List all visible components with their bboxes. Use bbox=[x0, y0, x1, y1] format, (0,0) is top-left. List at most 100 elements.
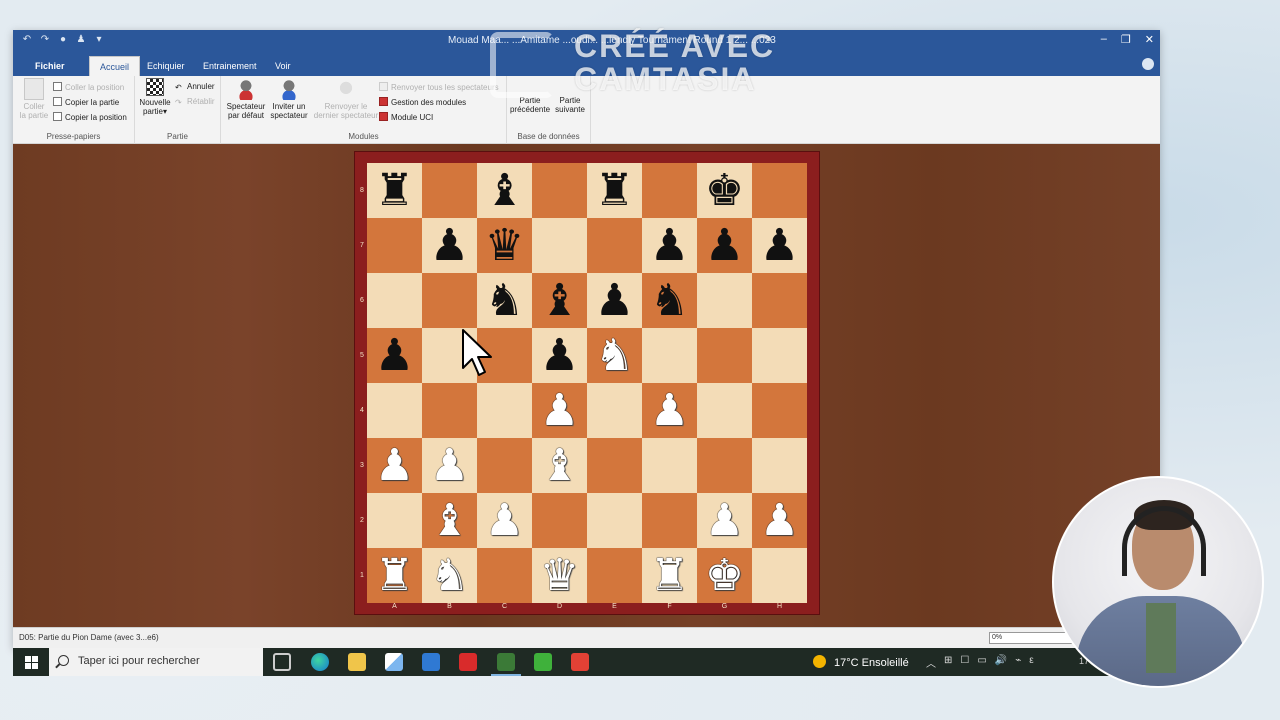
square-c7[interactable]: ♛ bbox=[477, 218, 532, 273]
store-icon[interactable] bbox=[385, 653, 403, 671]
renvoyer-dernier-button[interactable]: Renvoyer le dernier spectateur bbox=[311, 78, 381, 120]
customize-icon[interactable]: ▾ bbox=[93, 34, 105, 46]
square-a4[interactable] bbox=[367, 383, 422, 438]
square-h4[interactable] bbox=[752, 383, 807, 438]
square-d2[interactable] bbox=[532, 493, 587, 548]
square-f2[interactable] bbox=[642, 493, 697, 548]
wps-icon[interactable] bbox=[459, 653, 477, 671]
square-g6[interactable] bbox=[697, 273, 752, 328]
square-a3[interactable]: ♟ bbox=[367, 438, 422, 493]
black-knight-icon[interactable]: ♞ bbox=[650, 278, 689, 323]
square-f3[interactable] bbox=[642, 438, 697, 493]
square-d5[interactable]: ♟ bbox=[532, 328, 587, 383]
square-d1[interactable]: ♛ bbox=[532, 548, 587, 603]
black-rook-icon[interactable]: ♜ bbox=[375, 168, 414, 213]
square-a6[interactable] bbox=[367, 273, 422, 328]
black-pawn-icon[interactable]: ♟ bbox=[650, 223, 689, 268]
white-queen-icon[interactable]: ♛ bbox=[540, 553, 579, 598]
white-pawn-icon[interactable]: ♟ bbox=[760, 498, 799, 543]
tab-accueil[interactable]: Accueil bbox=[89, 56, 141, 76]
square-g8[interactable]: ♚ bbox=[697, 163, 752, 218]
square-g7[interactable]: ♟ bbox=[697, 218, 752, 273]
square-a8[interactable]: ♜ bbox=[367, 163, 422, 218]
white-knight-icon[interactable]: ♞ bbox=[595, 333, 634, 378]
square-e3[interactable] bbox=[587, 438, 642, 493]
gestion-modules-button[interactable]: Gestion des modules bbox=[379, 97, 466, 108]
file-explorer-icon[interactable] bbox=[348, 653, 366, 671]
square-g2[interactable]: ♟ bbox=[697, 493, 752, 548]
pawn-icon[interactable]: ♟ bbox=[75, 34, 87, 46]
white-pawn-icon[interactable]: ♟ bbox=[705, 498, 744, 543]
square-c3[interactable] bbox=[477, 438, 532, 493]
square-e2[interactable] bbox=[587, 493, 642, 548]
camtasia-green-icon[interactable] bbox=[534, 653, 552, 671]
black-pawn-icon[interactable]: ♟ bbox=[705, 223, 744, 268]
redo-icon[interactable]: ↷ bbox=[39, 34, 51, 46]
white-bishop-icon[interactable]: ♝ bbox=[540, 443, 579, 488]
square-b3[interactable]: ♟ bbox=[422, 438, 477, 493]
app-tray-icon[interactable]: ⊞ bbox=[944, 655, 952, 670]
square-c6[interactable]: ♞ bbox=[477, 273, 532, 328]
square-h5[interactable] bbox=[752, 328, 807, 383]
square-f7[interactable]: ♟ bbox=[642, 218, 697, 273]
white-knight-icon[interactable]: ♞ bbox=[430, 553, 469, 598]
square-h3[interactable] bbox=[752, 438, 807, 493]
camtasia-recorder-icon[interactable] bbox=[571, 653, 589, 671]
square-b8[interactable] bbox=[422, 163, 477, 218]
inviter-spectateur-button[interactable]: Inviter un spectateur bbox=[269, 78, 309, 120]
square-e7[interactable] bbox=[587, 218, 642, 273]
weather-widget[interactable]: 17°C Ensoleillé bbox=[813, 655, 909, 669]
square-c4[interactable] bbox=[477, 383, 532, 438]
coller-partie-button[interactable]: Coller la partie bbox=[17, 78, 51, 120]
monitor-icon[interactable]: ☐ bbox=[960, 655, 969, 670]
black-pawn-icon[interactable]: ♟ bbox=[595, 278, 634, 323]
black-pawn-icon[interactable]: ♟ bbox=[430, 223, 469, 268]
start-button[interactable] bbox=[13, 648, 49, 676]
white-pawn-icon[interactable]: ♟ bbox=[485, 498, 524, 543]
renvoyer-tous-button[interactable]: Renvoyer tous les spectateurs bbox=[379, 82, 499, 93]
edge-icon[interactable] bbox=[311, 653, 329, 671]
tab-fichier[interactable]: Fichier bbox=[25, 56, 75, 76]
square-d7[interactable] bbox=[532, 218, 587, 273]
square-e6[interactable]: ♟ bbox=[587, 273, 642, 328]
square-b2[interactable]: ♝ bbox=[422, 493, 477, 548]
black-knight-icon[interactable]: ♞ bbox=[485, 278, 524, 323]
battery-icon[interactable]: ▭ bbox=[977, 655, 986, 670]
taskbar-search[interactable]: Taper ici pour rechercher bbox=[49, 648, 263, 676]
tab-echiquier[interactable]: Echiquier bbox=[137, 56, 195, 76]
undo-icon[interactable]: ↶ bbox=[21, 34, 33, 46]
square-c1[interactable] bbox=[477, 548, 532, 603]
white-bishop-icon[interactable]: ♝ bbox=[430, 498, 469, 543]
square-f1[interactable]: ♜ bbox=[642, 548, 697, 603]
copier-position-button[interactable]: Copier la position bbox=[53, 112, 127, 123]
square-a1[interactable]: ♜ bbox=[367, 548, 422, 603]
square-g5[interactable] bbox=[697, 328, 752, 383]
engine-icon[interactable]: ● bbox=[57, 34, 69, 46]
square-e5[interactable]: ♞ bbox=[587, 328, 642, 383]
black-pawn-icon[interactable]: ♟ bbox=[760, 223, 799, 268]
coller-position-button[interactable]: Coller la position bbox=[53, 82, 124, 93]
restore-button[interactable]: ❐ bbox=[1121, 33, 1131, 46]
close-button[interactable]: ✕ bbox=[1145, 33, 1154, 46]
square-d3[interactable]: ♝ bbox=[532, 438, 587, 493]
square-b7[interactable]: ♟ bbox=[422, 218, 477, 273]
white-king-icon[interactable]: ♚ bbox=[705, 553, 744, 598]
square-h2[interactable]: ♟ bbox=[752, 493, 807, 548]
spectateur-defaut-button[interactable]: Spectateur par défaut bbox=[225, 78, 267, 120]
white-rook-icon[interactable]: ♜ bbox=[650, 553, 689, 598]
square-a2[interactable] bbox=[367, 493, 422, 548]
minimize-button[interactable]: – bbox=[1101, 33, 1107, 46]
black-rook-icon[interactable]: ♜ bbox=[595, 168, 634, 213]
square-e1[interactable] bbox=[587, 548, 642, 603]
square-e8[interactable]: ♜ bbox=[587, 163, 642, 218]
retablir-button[interactable]: ↷ Rétablir bbox=[175, 97, 215, 107]
black-pawn-icon[interactable]: ♟ bbox=[375, 333, 414, 378]
volume-icon[interactable]: 🔊 bbox=[995, 655, 1007, 670]
square-f8[interactable] bbox=[642, 163, 697, 218]
annuler-button[interactable]: ↶ Annuler bbox=[175, 82, 215, 92]
square-h7[interactable]: ♟ bbox=[752, 218, 807, 273]
black-bishop-icon[interactable]: ♝ bbox=[540, 278, 579, 323]
help-icon[interactable] bbox=[1142, 58, 1154, 70]
square-f4[interactable]: ♟ bbox=[642, 383, 697, 438]
black-bishop-icon[interactable]: ♝ bbox=[485, 168, 524, 213]
